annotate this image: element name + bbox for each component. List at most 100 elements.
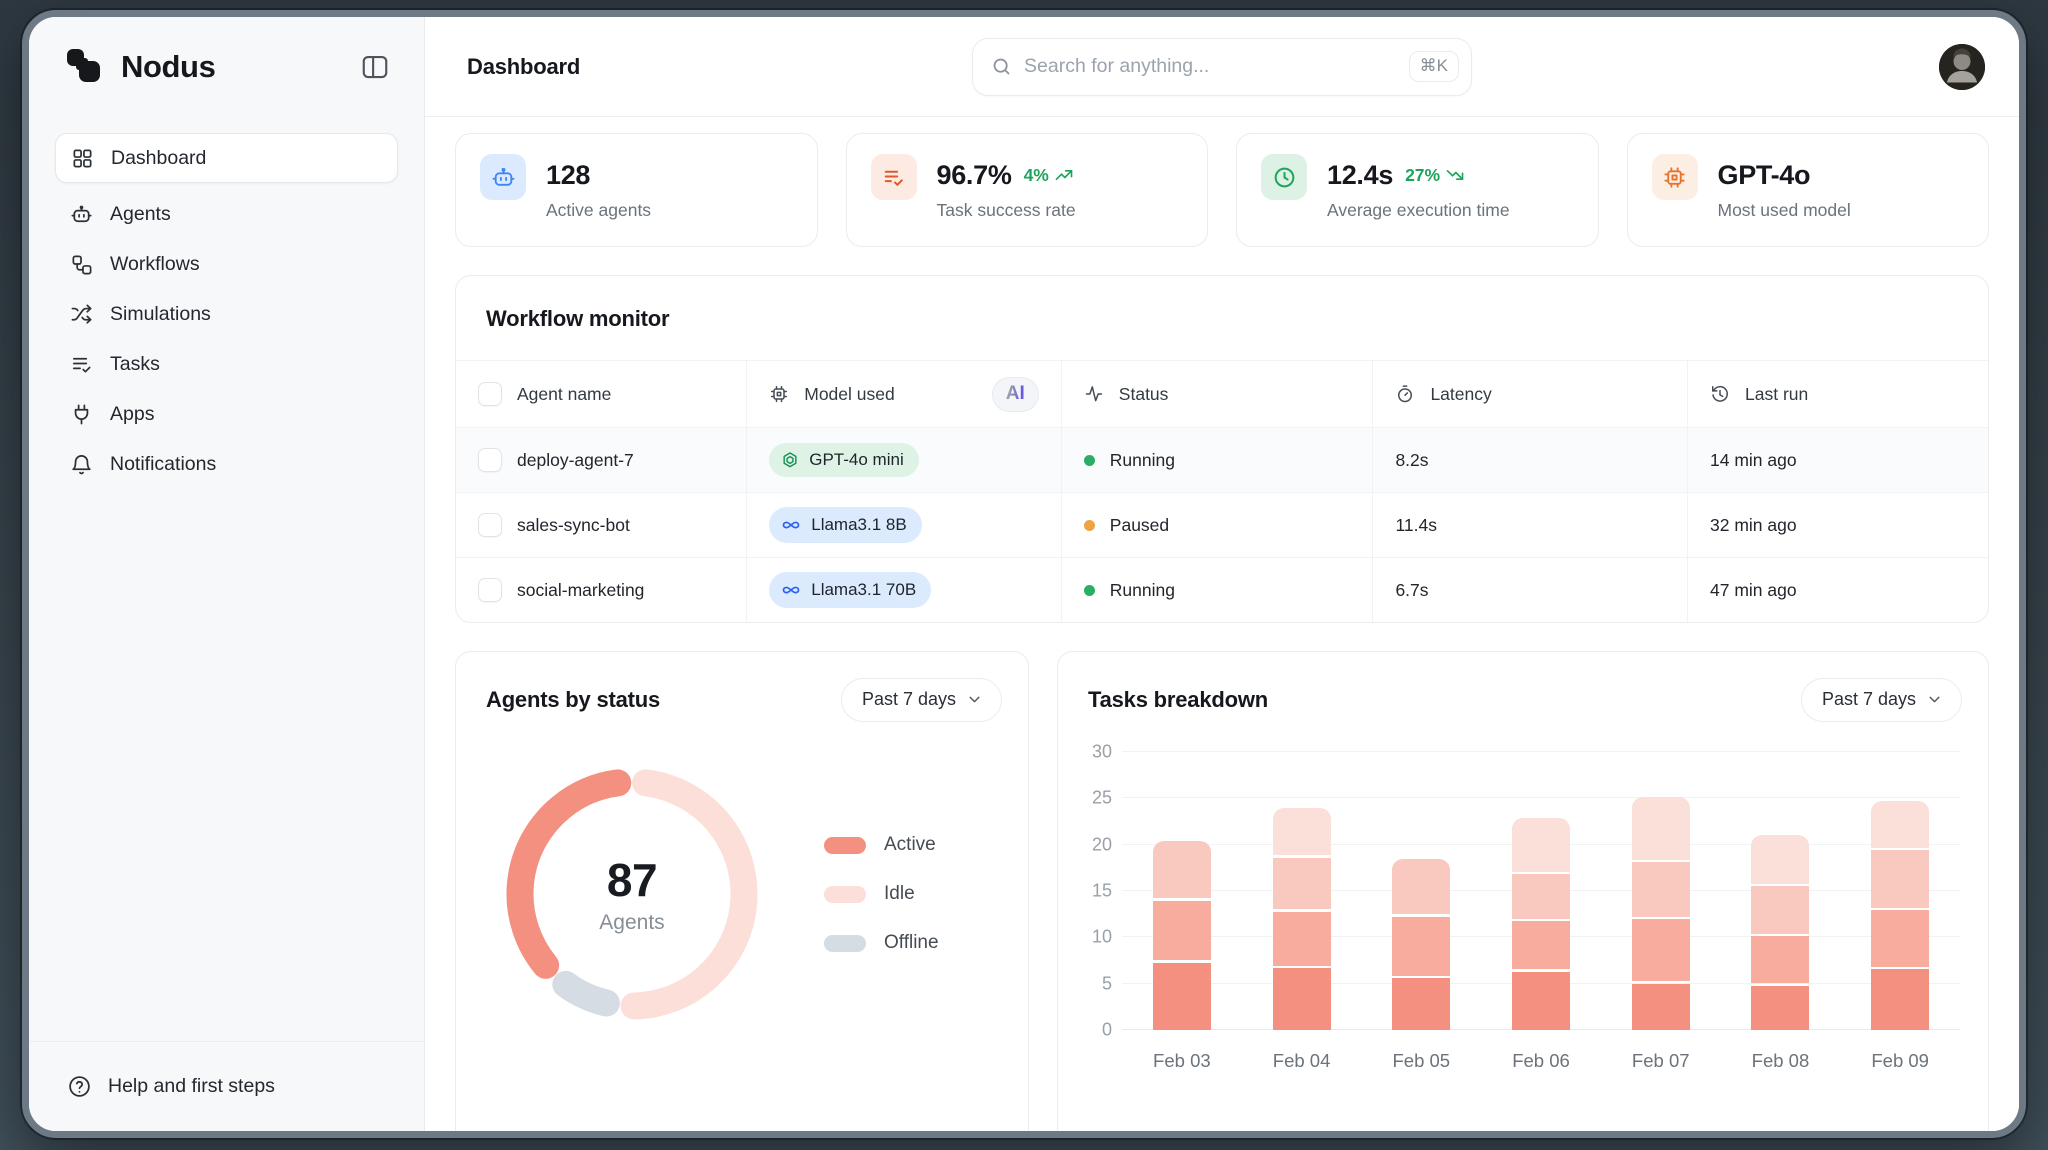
sidebar-item-dashboard[interactable]: Dashboard	[55, 133, 398, 183]
sidebar-item-simulations[interactable]: Simulations	[55, 289, 398, 339]
sidebar-item-label: Simulations	[110, 302, 211, 325]
help-link[interactable]: Help and first steps	[29, 1041, 424, 1131]
column-label: Status	[1118, 383, 1169, 404]
list-check-icon	[70, 353, 93, 376]
row-checkbox[interactable]	[478, 448, 502, 472]
chevron-down-icon	[1926, 691, 1943, 708]
table-header-row: Agent name Model used AI Status Latency …	[456, 360, 1988, 427]
x-axis-label: Feb 05	[1392, 1050, 1451, 1071]
last-run-cell: 14 min ago	[1710, 449, 1797, 470]
help-circle-icon	[67, 1074, 92, 1099]
column-label: Agent name	[517, 383, 612, 404]
workflow-table: Agent name Model used AI Status Latency …	[456, 360, 1988, 622]
legend-label: Active	[884, 834, 936, 855]
model-pill: Llama3.1 70B	[769, 572, 932, 608]
column-last-run: Last run	[1688, 361, 1988, 427]
legend-item-offline: Offline	[824, 932, 939, 954]
legend-label: Idle	[884, 883, 915, 904]
ai-badge: AI	[991, 376, 1039, 412]
stacked-bar	[1512, 752, 1571, 1030]
sidebar-item-label: Agents	[110, 202, 171, 225]
stopwatch-icon	[1395, 384, 1415, 404]
stat-value: 12.4s	[1327, 159, 1394, 190]
stat-value: GPT-4o	[1717, 159, 1811, 190]
status-label: Running	[1109, 449, 1175, 470]
search-bar[interactable]: ⌘K	[972, 37, 1472, 96]
nodus-logo-icon	[65, 47, 105, 87]
trend-value: 4%	[1023, 164, 1049, 185]
sidebar-item-label: Dashboard	[111, 146, 207, 169]
donut-center-value: 87	[606, 854, 658, 906]
sidebar-collapse-icon[interactable]	[360, 52, 390, 82]
workflow-icon	[70, 253, 93, 276]
sidebar-item-label: Apps	[110, 402, 155, 425]
sidebar-item-notifications[interactable]: Notifications	[55, 439, 398, 489]
stacked-bar	[1392, 752, 1451, 1030]
model-name: Llama3.1 70B	[811, 580, 917, 599]
plug-icon	[70, 403, 93, 426]
page-title: Dashboard	[467, 53, 581, 79]
select-all-checkbox[interactable]	[478, 382, 502, 406]
meta-logo-icon	[780, 514, 802, 536]
sidebar-item-label: Workflows	[110, 252, 200, 275]
stat-card-success-rate: 96.7% 4% Task success rate	[845, 133, 1208, 247]
sidebar-item-apps[interactable]: Apps	[55, 389, 398, 439]
topbar: Dashboard ⌘K	[425, 17, 2019, 117]
stat-label: Most used model	[1717, 199, 1851, 220]
stat-card-active-agents: 128 Active agents	[455, 133, 818, 247]
sidebar-item-workflows[interactable]: Workflows	[55, 239, 398, 289]
sidebar-item-agents[interactable]: Agents	[55, 189, 398, 239]
table-row[interactable]: deploy-agent-7 GPT-4o mini Running 8.2s …	[456, 427, 1988, 492]
legend-item-active: Active	[824, 834, 939, 856]
column-agent-name: Agent name	[456, 361, 748, 427]
status-label: Running	[1109, 579, 1175, 600]
status-dot	[1083, 454, 1095, 466]
bar-xlabels: Feb 03 Feb 04 Feb 05 Feb 06 Feb 07 Feb 08 Feb …	[1122, 1050, 1960, 1072]
trending-up-icon	[1054, 165, 1074, 185]
bell-icon	[70, 453, 93, 476]
last-run-cell: 32 min ago	[1710, 514, 1797, 535]
status-dot	[1083, 519, 1095, 531]
avatar[interactable]	[1939, 43, 1985, 90]
range-selector-button[interactable]: Past 7 days	[1800, 678, 1962, 722]
x-axis-label: Feb 09	[1871, 1050, 1929, 1071]
sidebar-item-tasks[interactable]: Tasks	[55, 339, 398, 389]
range-selector-button[interactable]: Past 7 days	[840, 678, 1002, 722]
table-row[interactable]: sales-sync-bot Llama3.1 8B Paused 11.4s …	[456, 492, 1988, 557]
sidebar-nav: Dashboard Agents Workflows Simulations T…	[29, 117, 424, 489]
stat-cards-row: 128 Active agents 96.7% 4% Task success …	[455, 133, 1989, 247]
workflow-monitor-title: Workflow monitor	[486, 306, 670, 331]
sidebar-item-label: Tasks	[110, 352, 160, 375]
status-cell: Running	[1062, 558, 1374, 622]
trend-value: 27%	[1405, 164, 1441, 185]
latency-cell: 6.7s	[1373, 558, 1688, 622]
row-checkbox[interactable]	[478, 513, 502, 537]
search-shortcut-badge: ⌘K	[1408, 51, 1459, 82]
model-pill: Llama3.1 8B	[769, 507, 922, 543]
status-label: Paused	[1109, 514, 1170, 535]
table-row[interactable]: social-marketing Llama3.1 70B Running 6.…	[456, 557, 1988, 622]
donut-legend: Active Idle Offline	[824, 834, 939, 954]
stat-label: Active agents	[546, 199, 652, 220]
model-cell: GPT-4o mini	[747, 428, 1062, 492]
list-check-icon	[870, 154, 917, 200]
bot-icon	[480, 154, 526, 200]
legend-swatch	[824, 836, 866, 854]
agents-by-status-card: Agents by status Past 7 days 87 Agents A…	[455, 651, 1029, 1131]
openai-logo-icon	[780, 450, 800, 470]
column-label: Last run	[1745, 383, 1809, 404]
main-area: Dashboard ⌘K 128 Active agents	[425, 17, 2019, 1131]
bot-icon	[70, 203, 93, 226]
x-axis-label: Feb 03	[1153, 1050, 1211, 1071]
row-checkbox[interactable]	[478, 578, 502, 602]
stacked-bar	[1152, 752, 1211, 1030]
trending-down-icon	[1445, 165, 1465, 185]
legend-label: Offline	[884, 932, 939, 953]
column-latency: Latency	[1373, 361, 1688, 427]
stacked-bar	[1272, 752, 1331, 1030]
search-icon	[991, 56, 1012, 77]
donut-center-label: Agents	[599, 911, 665, 934]
column-model-used: Model used AI	[747, 361, 1062, 427]
trend-badge: 4%	[1024, 165, 1074, 186]
search-input[interactable]	[1024, 55, 1397, 78]
